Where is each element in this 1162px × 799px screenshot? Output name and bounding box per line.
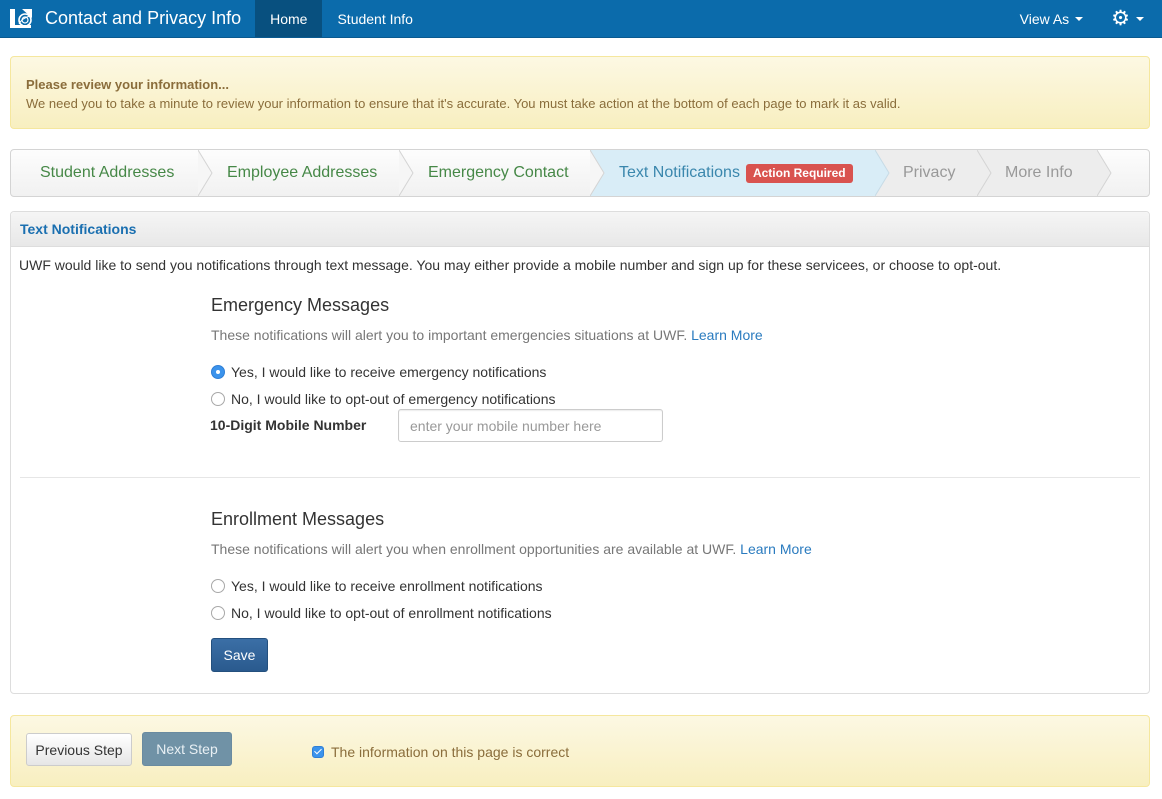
wizard-steps: Student Addresses Employee Addresses Eme… <box>10 149 1150 197</box>
save-button[interactable]: Save <box>211 638 268 672</box>
review-alert: Please review your information... We nee… <box>10 56 1150 129</box>
caret-down-icon <box>1075 16 1084 21</box>
step-label: More Info <box>1005 164 1073 181</box>
panel-intro: UWF would like to send you notifications… <box>19 257 1002 273</box>
radio-unchecked-icon[interactable] <box>211 392 225 406</box>
action-required-badge: Action Required <box>745 163 853 183</box>
emergency-yes-radio[interactable]: Yes, I would like to receive emergency n… <box>211 364 546 380</box>
step-label: Privacy <box>903 164 956 181</box>
settings-dropdown[interactable]: ⚙ <box>1103 0 1162 37</box>
emergency-messages-description: These notifications will alert you to im… <box>211 327 763 343</box>
step-more-info[interactable]: More Info <box>977 150 1097 196</box>
step-emergency-contact[interactable]: Emergency Contact <box>399 150 590 196</box>
emergency-no-radio[interactable]: No, I would like to opt-out of emergency… <box>211 391 556 407</box>
step-privacy[interactable]: Privacy <box>875 150 977 196</box>
enrollment-messages-description: These notifications will alert you when … <box>211 541 812 557</box>
step-label: Text Notifications <box>619 164 740 181</box>
emergency-learn-more-link[interactable]: Learn More <box>691 327 763 343</box>
step-label: Employee Addresses <box>227 164 378 181</box>
mobile-number-label: 10-Digit Mobile Number <box>210 417 367 433</box>
confirm-label: The information on this page is correct <box>331 744 570 760</box>
footer-actions: Previous Step Next Step The information … <box>10 715 1150 787</box>
view-as-label: View As <box>1019 10 1070 27</box>
panel-heading: Text Notifications <box>11 212 1149 247</box>
text-notifications-panel: Text Notifications UWF would like to sen… <box>10 211 1150 694</box>
emergency-description-text: These notifications will alert you to im… <box>211 327 688 343</box>
step-student-addresses[interactable]: Student Addresses <box>11 150 198 196</box>
enrollment-yes-label: Yes, I would like to receive enrollment … <box>231 578 543 594</box>
top-navbar: Contact and Privacy Info Home Student In… <box>0 0 1162 38</box>
step-label: Student Addresses <box>40 164 175 181</box>
step-separator <box>1097 150 1112 196</box>
gear-icon: ⚙ <box>1111 7 1130 30</box>
uwf-logo-icon <box>10 6 35 31</box>
emergency-yes-label: Yes, I would like to receive emergency n… <box>231 364 547 380</box>
enrollment-description-text: These notifications will alert you when … <box>211 541 737 557</box>
step-text-notifications[interactable]: Text Notifications Action Required <box>590 150 875 196</box>
next-step-button[interactable]: Next Step <box>142 732 232 766</box>
emergency-no-label: No, I would like to opt-out of emergency… <box>231 391 556 407</box>
previous-step-button[interactable]: Previous Step <box>26 733 132 766</box>
mobile-number-input[interactable] <box>398 409 663 442</box>
emergency-messages-title: Emergency Messages <box>211 295 390 315</box>
review-alert-message: We need you to take a minute to review y… <box>26 96 901 111</box>
step-label: Emergency Contact <box>428 164 569 181</box>
radio-checked-icon[interactable] <box>211 365 225 379</box>
step-employee-addresses[interactable]: Employee Addresses <box>198 150 399 196</box>
radio-unchecked-icon[interactable] <box>211 579 225 593</box>
enrollment-yes-radio[interactable]: Yes, I would like to receive enrollment … <box>211 578 543 594</box>
nav-home[interactable]: Home <box>255 0 323 37</box>
confirm-correct-checkbox[interactable]: The information on this page is correct <box>312 744 569 760</box>
section-divider <box>20 477 1140 478</box>
checkbox-checked-icon[interactable] <box>312 746 324 758</box>
nav-student-info-label: Student Info <box>337 10 413 27</box>
view-as-dropdown[interactable]: View As <box>1005 0 1104 37</box>
caret-down-icon <box>1136 16 1144 21</box>
enrollment-learn-more-link[interactable]: Learn More <box>740 541 812 557</box>
nav-student-info[interactable]: Student Info <box>322 0 428 37</box>
radio-unchecked-icon[interactable] <box>211 606 225 620</box>
brand[interactable]: Contact and Privacy Info <box>0 0 255 37</box>
enrollment-no-label: No, I would like to opt-out of enrollmen… <box>231 605 552 621</box>
enrollment-messages-title: Enrollment Messages <box>211 509 385 529</box>
review-alert-title: Please review your information... <box>26 77 230 92</box>
app-title: Contact and Privacy Info <box>45 8 242 28</box>
enrollment-no-radio[interactable]: No, I would like to opt-out of enrollmen… <box>211 605 552 621</box>
nav-home-label: Home <box>270 10 308 27</box>
